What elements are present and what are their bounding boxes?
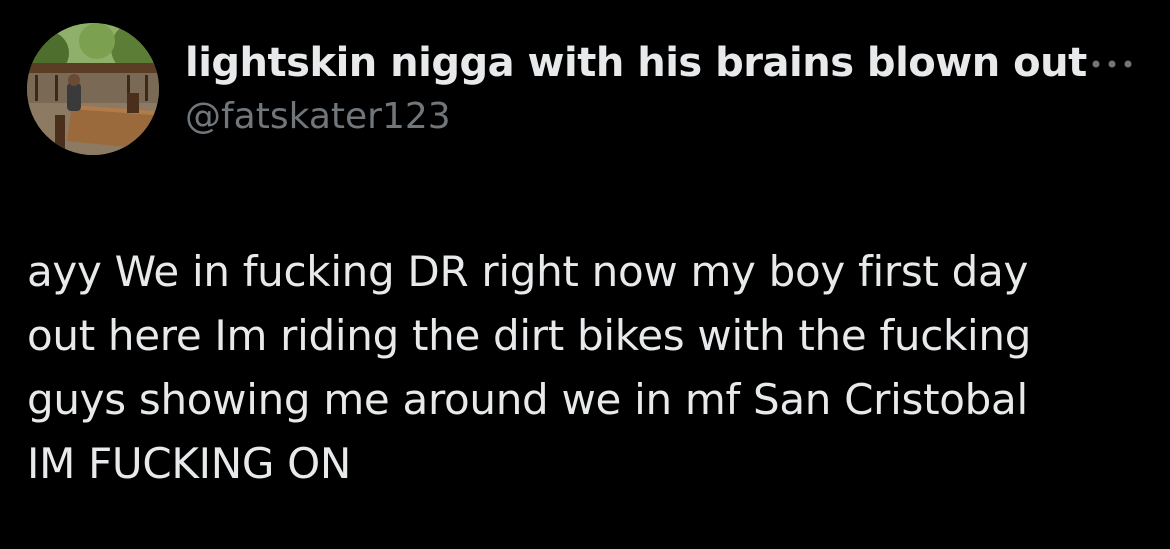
tweet-text-line: ayy We in fucking DR right now my boy fi… [27,247,1028,296]
avatar[interactable] [27,23,159,155]
avatar-photo-icon [27,23,159,155]
tweet-text-line: IM FUCKING ON [27,439,352,488]
tweet-text-line: guys showing me around we in mf San Cris… [27,375,1028,424]
author-display-name[interactable]: lightskin nigga with his brains blown ou… [185,40,1087,86]
tweet-card: lightskin nigga with his brains blown ou… [0,0,1170,549]
tweet-text-line: out here Im riding the dirt bikes with t… [27,311,1032,360]
tweet-text: ayy We in fucking DR right now my boy fi… [27,240,1147,496]
more-options-button[interactable] [1082,52,1142,76]
more-horizontal-icon [1092,60,1132,68]
author-handle[interactable]: @fatskater123 [185,96,451,137]
